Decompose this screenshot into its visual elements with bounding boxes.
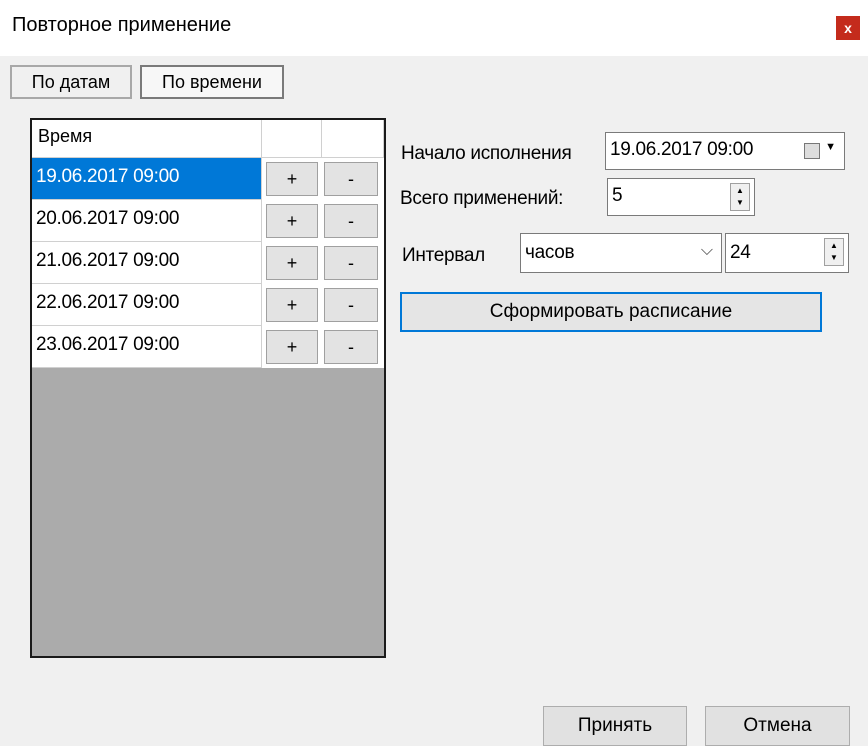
total-count-value: 5 <box>612 185 623 206</box>
remove-row-button[interactable]: - <box>324 162 378 196</box>
spin-buttons[interactable]: ▲ ▼ <box>824 238 844 266</box>
add-row-button[interactable]: + <box>266 288 318 322</box>
accept-button[interactable]: Принять <box>543 706 687 746</box>
column-header-time[interactable]: Время <box>32 120 262 158</box>
interval-value: 24 <box>730 242 751 263</box>
spin-down-icon[interactable]: ▼ <box>830 252 838 264</box>
chevron-down-icon[interactable]: ▼ <box>825 141 836 153</box>
add-row-button[interactable]: + <box>266 162 318 196</box>
add-row-button[interactable]: + <box>266 246 318 280</box>
grid-header: Время <box>32 120 384 158</box>
start-datetime-value: 19.06.2017 09:00 <box>610 139 754 160</box>
time-cell[interactable]: 21.06.2017 09:00 <box>32 242 262 284</box>
total-count-label: Всего применений: <box>400 188 564 209</box>
remove-row-button[interactable]: - <box>324 246 378 280</box>
interval-value-stepper[interactable]: 24 ▲ ▼ <box>725 233 849 273</box>
add-row-button[interactable]: + <box>266 204 318 238</box>
spin-up-icon[interactable]: ▲ <box>736 185 744 197</box>
schedule-grid: Время 19.06.2017 09:00 + - 20.06.2017 09… <box>30 118 386 658</box>
interval-label: Интервал <box>402 245 485 266</box>
table-row[interactable]: 21.06.2017 09:00 + - <box>32 242 384 284</box>
chevron-down-icon[interactable]: ⌵ <box>701 242 713 260</box>
close-button[interactable]: x <box>836 16 860 40</box>
table-row[interactable]: 19.06.2017 09:00 + - <box>32 158 384 200</box>
tab-by-time[interactable]: По времени <box>140 65 284 99</box>
table-row[interactable]: 23.06.2017 09:00 + - <box>32 326 384 368</box>
remove-row-button[interactable]: - <box>324 204 378 238</box>
interval-unit-select[interactable]: часов ⌵ <box>520 233 722 273</box>
total-count-stepper[interactable]: 5 ▲ ▼ <box>607 178 755 216</box>
add-row-button[interactable]: + <box>266 330 318 364</box>
table-row[interactable]: 20.06.2017 09:00 + - <box>32 200 384 242</box>
time-cell[interactable]: 22.06.2017 09:00 <box>32 284 262 326</box>
tab-by-dates[interactable]: По датам <box>10 65 132 99</box>
table-row[interactable]: 22.06.2017 09:00 + - <box>32 284 384 326</box>
start-datetime-picker[interactable]: 19.06.2017 09:00 ▼ <box>605 132 845 170</box>
title-bar: Повторное применение x <box>0 0 868 56</box>
cancel-button[interactable]: Отмена <box>705 706 850 746</box>
interval-unit-value: часов <box>525 242 575 263</box>
spin-down-icon[interactable]: ▼ <box>736 197 744 209</box>
window-title: Повторное применение <box>12 14 232 36</box>
time-cell[interactable]: 23.06.2017 09:00 <box>32 326 262 368</box>
time-cell[interactable]: 19.06.2017 09:00 <box>32 158 262 200</box>
calendar-icon[interactable] <box>804 143 820 159</box>
spin-buttons[interactable]: ▲ ▼ <box>730 183 750 211</box>
generate-schedule-button[interactable]: Сформировать расписание <box>400 292 822 332</box>
column-header-minus <box>322 120 384 158</box>
spin-up-icon[interactable]: ▲ <box>830 240 838 252</box>
remove-row-button[interactable]: - <box>324 330 378 364</box>
time-cell[interactable]: 20.06.2017 09:00 <box>32 200 262 242</box>
remove-row-button[interactable]: - <box>324 288 378 322</box>
start-time-label: Начало исполнения <box>401 143 572 164</box>
column-header-plus <box>262 120 322 158</box>
